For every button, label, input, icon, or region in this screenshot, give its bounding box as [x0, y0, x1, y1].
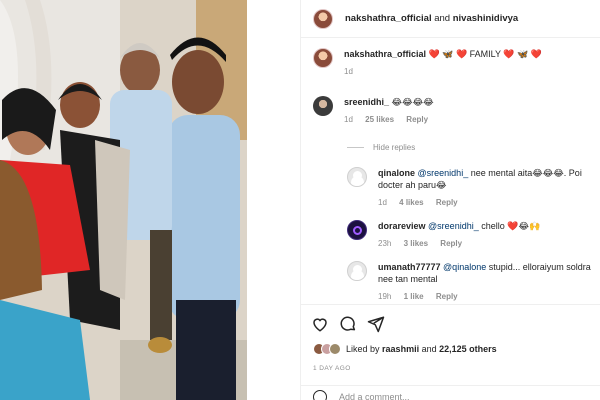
heart-icon[interactable] [311, 315, 329, 333]
liked-by-joiner: and [421, 344, 437, 354]
hide-replies-button[interactable]: Hide replies [347, 143, 415, 152]
reply-time: 1d [378, 198, 387, 207]
family-photo-illustration [0, 0, 247, 400]
reply-likes[interactable]: 1 like [404, 292, 424, 301]
caption-comment: nakshathra_official ❤️ 🦋 ❤️ FAMILY ❤️ 🦋 … [313, 48, 542, 78]
comment-text: 😂😂😂😂 [391, 97, 434, 107]
reply-button[interactable]: Reply [440, 239, 462, 248]
reply-button[interactable]: Reply [406, 115, 428, 124]
post-photo[interactable] [0, 0, 247, 400]
author-username[interactable]: nakshathra_official [345, 13, 432, 24]
list-item: qinalone @sreenidhi_ nee mental aita😂😂😂.… [347, 167, 597, 209]
reply-time: 19h [378, 292, 392, 301]
reply-text: chello ❤️😂🙌 [481, 221, 541, 231]
liked-by-user[interactable]: raashmii [382, 344, 419, 354]
list-item: umanath77777 @qinalone stupid... ellorai… [347, 261, 597, 303]
comment-icon[interactable] [339, 315, 357, 333]
emoji-icon[interactable] [313, 389, 327, 400]
commenter-avatar[interactable] [313, 96, 333, 116]
caption-username[interactable]: nakshathra_official [344, 49, 426, 59]
likes-summary[interactable]: Liked by raashmii and 22,125 others [313, 343, 497, 355]
reply-mention[interactable]: @qinalone [443, 262, 486, 272]
reply-time: 23h [378, 239, 392, 248]
header-conjunction: and [434, 13, 451, 24]
list-item: dorareview @sreenidhi_ chello ❤️😂🙌 23h 3… [347, 220, 597, 250]
reply-mention[interactable]: @sreenidhi_ [428, 221, 479, 231]
post-details-panel: nakshathra_official and nivashinidivya n… [300, 0, 600, 400]
comment-username[interactable]: sreenidhi_ [344, 97, 389, 107]
collaborator-username[interactable]: nivashinidivya [453, 13, 518, 24]
reply-username[interactable]: dorareview [378, 221, 426, 231]
post-time-ago: 1 DAY AGO [313, 365, 351, 372]
reply-mention[interactable]: @sreenidhi_ [418, 168, 469, 178]
author-avatar[interactable] [313, 8, 333, 29]
caption-time: 1d [344, 67, 353, 76]
share-icon[interactable] [367, 315, 385, 333]
liked-by-prefix: Liked by [346, 344, 380, 354]
replier-avatar[interactable] [347, 167, 367, 187]
caption-text: ❤️ 🦋 ❤️ FAMILY ❤️ 🦋 ❤️ [428, 49, 542, 59]
liker-avatar [329, 343, 341, 355]
reply-username[interactable]: umanath77777 [378, 262, 441, 272]
comments-list[interactable]: nakshathra_official ❤️ 🦋 ❤️ FAMILY ❤️ 🦋 … [301, 39, 600, 303]
add-comment-bar[interactable]: Add a comment... [301, 385, 600, 400]
reply-username[interactable]: qinalone [378, 168, 415, 178]
replier-avatar[interactable] [347, 220, 367, 240]
comment-likes[interactable]: 25 likes [365, 115, 394, 124]
caption-avatar[interactable] [313, 48, 333, 68]
post-header: nakshathra_official and nivashinidivya [301, 0, 600, 38]
add-comment-input[interactable]: Add a comment... [339, 392, 410, 400]
post-actions: Liked by raashmii and 22,125 others 1 DA… [301, 304, 600, 400]
reply-likes[interactable]: 3 likes [404, 239, 428, 248]
likes-count[interactable]: 22,125 others [439, 344, 497, 354]
comment-time: 1d [344, 115, 353, 124]
reply-button[interactable]: Reply [436, 292, 458, 301]
hide-replies-label: Hide replies [373, 143, 416, 152]
list-item: sreenidhi_ 😂😂😂😂 1d 25 likes Reply [313, 96, 438, 126]
replier-avatar[interactable] [347, 261, 367, 281]
reply-likes[interactable]: 4 likes [399, 198, 423, 207]
reply-button[interactable]: Reply [436, 198, 458, 207]
